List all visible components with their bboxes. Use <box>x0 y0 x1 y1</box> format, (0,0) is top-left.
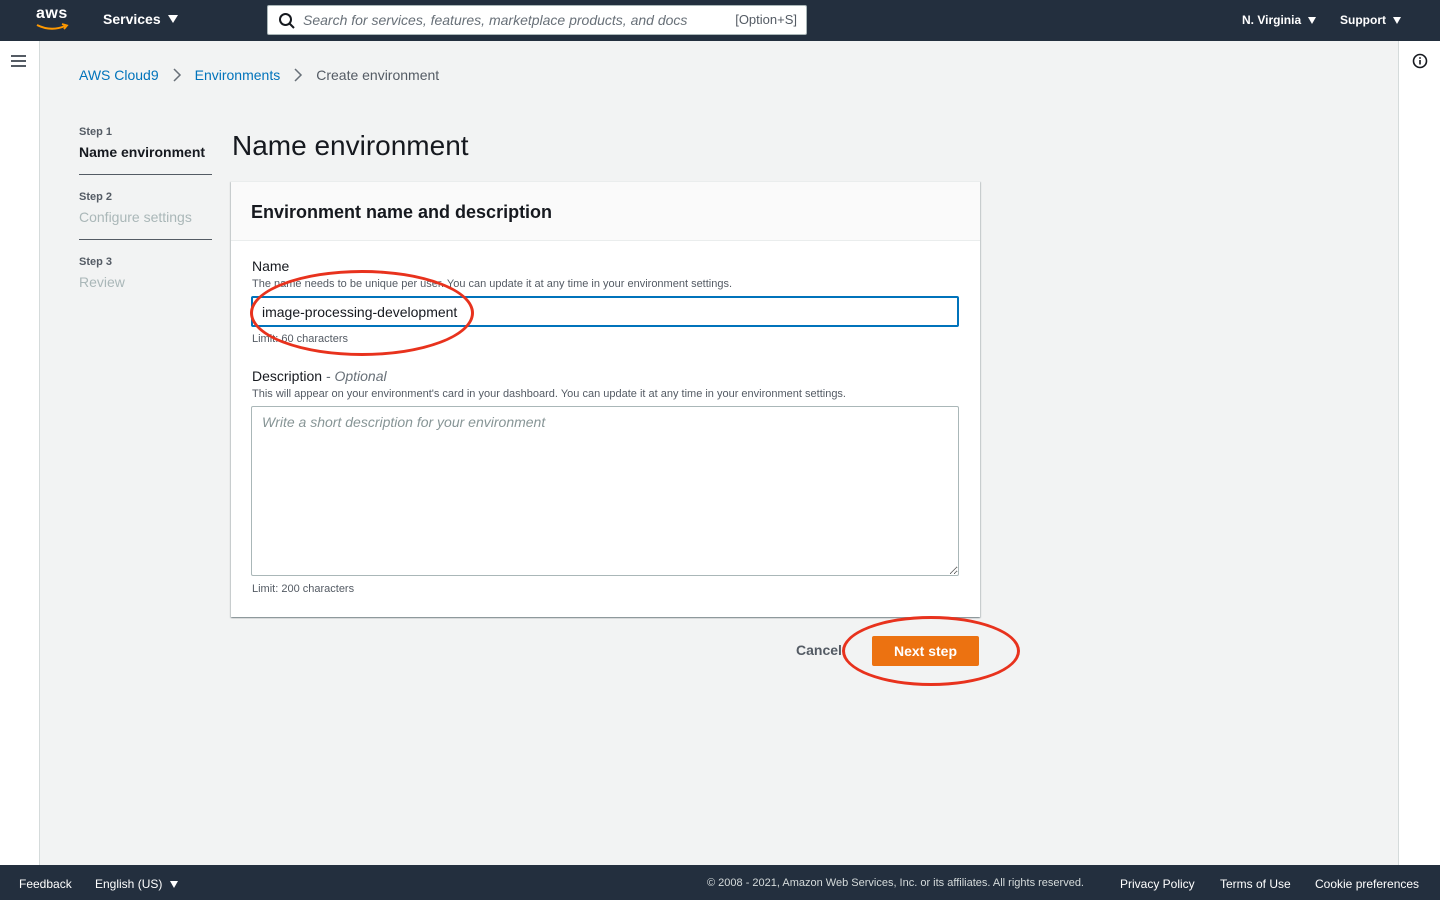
search-shortcut: [Option+S] <box>735 12 797 27</box>
step-number: Step 2 <box>79 191 113 203</box>
breadcrumb-current: Create environment <box>316 67 440 83</box>
description-label: Description - Optional <box>252 368 387 384</box>
panel-title: Environment name and description <box>251 202 553 222</box>
footer: Feedback English (US) © 2008 - 2021, Ama… <box>0 865 1440 900</box>
description-textarea[interactable] <box>251 406 959 576</box>
panel-header: Environment name and description <box>231 182 980 241</box>
aws-logo-text: aws <box>36 5 68 22</box>
step-3: Step 3 Review <box>79 254 212 304</box>
search-icon <box>279 13 295 29</box>
privacy-policy-link[interactable]: Privacy Policy <box>1120 877 1195 891</box>
breadcrumb-link-environments[interactable]: Environments <box>195 67 281 83</box>
step-title: Configure settings <box>79 209 192 225</box>
search-bar[interactable]: [Option+S] <box>267 5 807 35</box>
language-selector[interactable]: English (US) <box>95 877 179 891</box>
language-label: English (US) <box>95 877 163 891</box>
region-selector[interactable]: N. Virginia <box>1242 13 1317 27</box>
name-limit: Limit: 60 characters <box>252 333 348 345</box>
name-input[interactable] <box>251 296 959 327</box>
left-rail <box>0 41 40 865</box>
next-step-button[interactable]: Next step <box>872 636 979 666</box>
cookie-preferences-link[interactable]: Cookie preferences <box>1315 877 1419 891</box>
breadcrumb: AWS Cloud9 Environments Create environme… <box>79 67 439 83</box>
name-description: The name needs to be unique per user. Yo… <box>252 278 733 290</box>
optional-tag: - Optional <box>325 368 387 384</box>
wizard-steps: Step 1 Name environment Step 2 Configure… <box>79 124 212 318</box>
copyright-text: © 2008 - 2021, Amazon Web Services, Inc.… <box>707 877 1084 889</box>
description-limit: Limit: 200 characters <box>252 583 355 595</box>
step-number: Step 1 <box>79 126 113 138</box>
info-icon[interactable] <box>1412 53 1428 69</box>
breadcrumb-link-cloud9[interactable]: AWS Cloud9 <box>79 67 159 83</box>
name-label: Name <box>252 258 290 274</box>
services-label: Services <box>103 11 161 27</box>
environment-panel: Environment name and description Name Th… <box>231 181 980 617</box>
caret-down-icon <box>167 15 178 23</box>
aws-smile-icon <box>36 23 69 30</box>
menu-icon[interactable] <box>11 55 26 67</box>
page-title: Name environment <box>232 130 469 161</box>
aws-logo[interactable]: aws <box>36 6 70 34</box>
step-title: Review <box>79 274 125 290</box>
terms-of-use-link[interactable]: Terms of Use <box>1220 877 1291 891</box>
services-menu[interactable]: Services <box>103 11 178 27</box>
region-label: N. Virginia <box>1242 13 1302 27</box>
caret-down-icon <box>1393 16 1401 24</box>
description-help: This will appear on your environment's c… <box>252 388 846 400</box>
support-menu[interactable]: Support <box>1340 13 1401 27</box>
feedback-link[interactable]: Feedback <box>19 877 72 891</box>
caret-down-icon <box>170 880 179 888</box>
caret-down-icon <box>1308 16 1317 24</box>
chevron-right-icon <box>173 68 181 82</box>
chevron-right-icon <box>294 68 303 82</box>
step-1[interactable]: Step 1 Name environment <box>79 124 212 175</box>
description-label-text: Description <box>252 368 323 384</box>
step-title: Name environment <box>79 144 206 160</box>
support-label: Support <box>1340 13 1386 27</box>
cancel-button[interactable]: Cancel <box>796 642 842 658</box>
right-rail <box>1398 41 1440 865</box>
step-number: Step 3 <box>79 256 113 268</box>
search-input[interactable] <box>303 10 723 30</box>
step-2: Step 2 Configure settings <box>79 189 212 240</box>
top-navigation: aws Services [Option+S] N. Virginia Supp… <box>0 0 1440 41</box>
